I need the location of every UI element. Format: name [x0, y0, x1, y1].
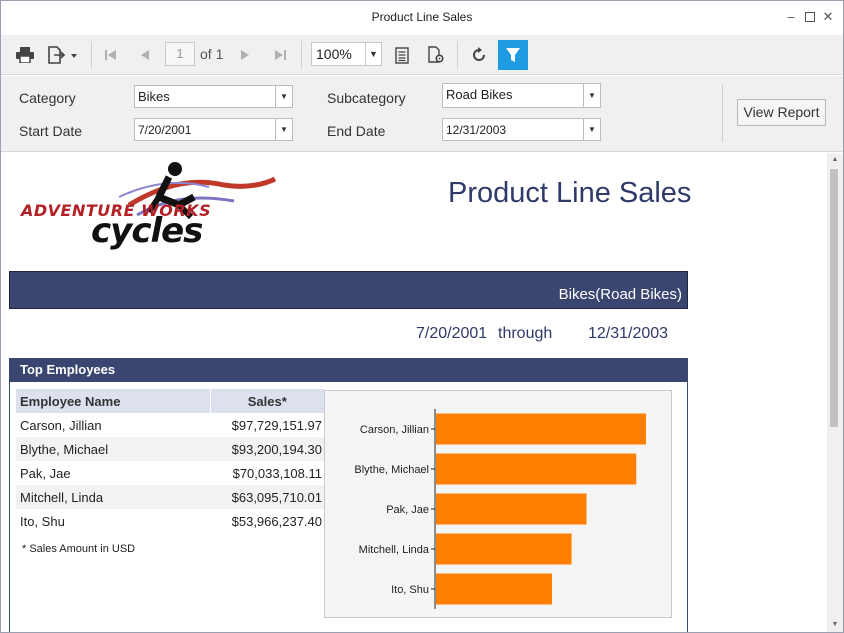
- chart-bar: [436, 453, 637, 485]
- date-through-label: through: [498, 325, 553, 342]
- employee-sales: $53,966,237.40: [231, 513, 322, 529]
- table-row: Blythe, Michael $93,200,194.30: [16, 437, 324, 461]
- employee-sales: $93,200,194.30: [210, 437, 324, 461]
- report-viewer-window: Product Line Sales – ✕ 1 of 1 100% ▼ Cat…: [0, 0, 844, 633]
- page-setup-icon: [428, 46, 444, 63]
- employee-name: Carson, Jillian: [20, 417, 102, 433]
- chart-bar: [436, 413, 646, 445]
- print-icon: [16, 47, 34, 63]
- chart-bar: [436, 573, 552, 605]
- page-number-input[interactable]: 1: [165, 42, 195, 66]
- page-layout-icon: [395, 46, 409, 64]
- zoom-select[interactable]: 100% ▼: [311, 42, 382, 66]
- first-page-button[interactable]: [98, 40, 124, 70]
- table-row: Carson, Jillian $97,729,151.97: [16, 413, 324, 437]
- chevron-down-icon: ▼: [275, 86, 292, 107]
- export-icon: [48, 46, 77, 64]
- date-from: 7/20/2001: [416, 325, 488, 342]
- chart-category-label: Ito, Shu: [391, 584, 429, 596]
- subcategory-label: Subcategory: [327, 90, 406, 106]
- employees-table: Employee Name Sales* Carson, Jillian $97…: [16, 389, 324, 533]
- last-page-button[interactable]: [267, 40, 293, 70]
- maximize-icon[interactable]: [802, 8, 818, 26]
- parameters-toggle-button[interactable]: [498, 40, 528, 70]
- section-header: Top Employees: [10, 358, 687, 382]
- column-header-name: Employee Name: [16, 389, 211, 413]
- window-title: Product Line Sales: [371, 10, 473, 24]
- previous-page-button[interactable]: [132, 40, 158, 70]
- employee-name: Ito, Shu: [20, 513, 65, 529]
- scrollbar-thumb[interactable]: [830, 169, 838, 427]
- column-header-sales: Sales*: [210, 389, 324, 413]
- employee-sales: $63,095,710.01: [210, 485, 324, 509]
- chevron-down-icon: ▼: [275, 119, 292, 140]
- category-select[interactable]: Bikes ▼: [134, 85, 293, 108]
- chart-category-label: Pak, Jae: [386, 504, 429, 516]
- start-date-picker[interactable]: 7/20/2001 ▼: [134, 118, 293, 141]
- refresh-icon: [473, 47, 485, 61]
- chart-svg: Carson, Jillian Blythe, Michael Pak, Jae Mi…: [354, 409, 646, 609]
- end-date-value: 12/31/2003: [446, 123, 507, 137]
- table-row: Mitchell, Linda $63,095,710.01: [16, 485, 324, 509]
- logo-text-bottom: cycles: [91, 211, 203, 251]
- start-date-value: 7/20/2001: [138, 123, 192, 137]
- report-title: Product Line Sales: [448, 177, 692, 209]
- chart-bar: [436, 493, 587, 525]
- subcategory-select[interactable]: Road Bikes ▼: [442, 83, 601, 108]
- start-date-label: Start Date: [19, 123, 83, 139]
- employee-name: Pak, Jae: [20, 465, 71, 481]
- chart-bar: [436, 533, 572, 565]
- category-band-text: Bikes(Road Bikes): [558, 286, 682, 303]
- print-button[interactable]: [11, 40, 39, 70]
- table-row: Pak, Jae $70,033,108.11: [16, 461, 324, 485]
- title-bar: Product Line Sales – ✕: [1, 1, 843, 35]
- category-value: Bikes: [138, 89, 170, 104]
- page-count-label: of 1: [200, 46, 224, 62]
- previous-page-icon: [141, 50, 149, 60]
- chart-category-label: Carson, Jillian: [360, 424, 429, 436]
- zoom-value: 100%: [316, 46, 352, 62]
- chart-category-label: Blythe, Michael: [354, 464, 429, 476]
- subcategory-value: Road Bikes: [446, 87, 513, 102]
- refresh-button[interactable]: [465, 40, 493, 70]
- print-layout-button[interactable]: [389, 40, 415, 70]
- footnote: * Sales Amount in USD: [22, 543, 136, 555]
- adventure-works-logo: ADVENTURE WORKS cycles: [19, 157, 279, 257]
- close-icon[interactable]: ✕: [820, 8, 836, 26]
- category-band: Bikes(Road Bikes): [9, 271, 688, 309]
- last-page-icon: [275, 50, 286, 60]
- vertical-scrollbar[interactable]: ▲ ▼: [827, 153, 843, 632]
- category-label: Category: [19, 90, 76, 106]
- toolbar: 1 of 1 100% ▼: [1, 35, 843, 75]
- chevron-down-icon: ▼: [583, 84, 600, 107]
- parameters-panel: Category Bikes ▼ Subcategory Road Bikes …: [1, 76, 843, 152]
- employee-name: Mitchell, Linda: [16, 485, 210, 509]
- next-page-button[interactable]: [232, 40, 258, 70]
- chart-category-label: Mitchell, Linda: [359, 544, 430, 556]
- employee-name: Blythe, Michael: [16, 437, 210, 461]
- scroll-up-icon[interactable]: ▲: [827, 153, 843, 167]
- sales-bar-chart: Carson, Jillian Blythe, Michael Pak, Jae Mi…: [324, 390, 672, 618]
- table-row: Ito, Shu $53,966,237.40: [16, 509, 324, 533]
- scroll-down-icon[interactable]: ▼: [827, 618, 843, 632]
- view-report-button[interactable]: View Report: [737, 99, 826, 126]
- first-page-icon: [105, 50, 116, 60]
- date-to: 12/31/2003: [588, 325, 669, 342]
- report-page: ADVENTURE WORKS cycles Product Line Sale…: [1, 153, 827, 632]
- chevron-down-icon: ▼: [583, 119, 600, 140]
- next-page-icon: [241, 50, 249, 60]
- top-employees-section: Top Employees Employee Name Sales* Carso…: [9, 358, 688, 632]
- page-setup-button[interactable]: [422, 40, 450, 70]
- chevron-down-icon: ▼: [365, 43, 381, 65]
- end-date-picker[interactable]: 12/31/2003 ▼: [442, 118, 601, 141]
- filter-icon: [506, 48, 520, 62]
- employee-sales: $70,033,108.11: [232, 465, 322, 481]
- minimize-icon[interactable]: –: [783, 8, 799, 26]
- export-button[interactable]: [43, 40, 83, 70]
- section-title: Top Employees: [20, 362, 116, 377]
- employee-sales: $97,729,151.97: [231, 417, 322, 433]
- end-date-label: End Date: [327, 123, 386, 139]
